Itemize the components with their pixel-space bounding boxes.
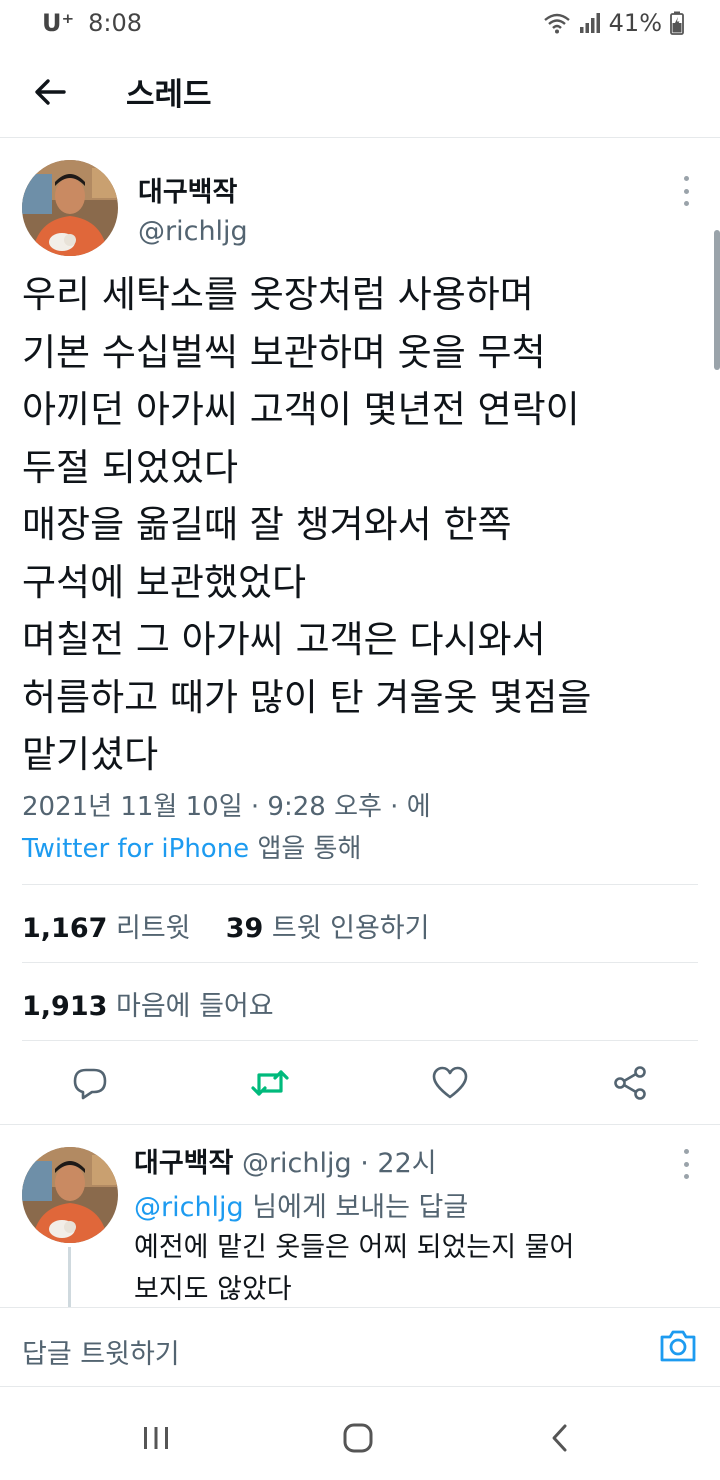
author-name[interactable]: 대구백작 [138, 170, 237, 209]
author-handle[interactable]: @richljg [138, 216, 248, 247]
tweet-actions [0, 1041, 720, 1125]
reply-header: 대구백작 @richljg · 22시 [134, 1141, 437, 1180]
source-suffix: 앱을 통해 [249, 834, 362, 864]
tweet-timestamp[interactable]: 2021년 11월 10일 · 9:28 오후 · 에 [22, 786, 431, 823]
retweet-icon [251, 1070, 289, 1096]
like-label: 마음에 들어요 [107, 991, 274, 1022]
retweet-stats[interactable]: 1,167 리트윗 39 트윗 인용하기 [22, 906, 430, 945]
avatar-photo [22, 160, 118, 256]
quote-count: 39 [225, 913, 264, 944]
author-avatar[interactable] [22, 160, 118, 256]
home-icon [343, 1423, 373, 1453]
thread-line [68, 1247, 71, 1307]
retweet-button[interactable] [248, 1061, 292, 1105]
replying-to: @richljg 님에게 보내는 답글 [134, 1185, 468, 1224]
quote-label: 트윗 인용하기 [263, 913, 430, 944]
like-button[interactable] [428, 1061, 472, 1105]
tweet-text: 우리 세탁소를 옷장처럼 사용하며 기본 수십벌씩 보관하며 옷을 무척 아끼던… [22, 273, 592, 776]
share-button[interactable] [608, 1061, 652, 1105]
system-back-button[interactable] [540, 1418, 580, 1458]
battery-icon [670, 11, 684, 35]
source-app-link[interactable]: Twitter for iPhone [22, 834, 249, 864]
back-button[interactable] [20, 62, 80, 122]
scrollbar[interactable] [714, 230, 720, 370]
reply-mention-link[interactable]: @richljg [134, 1192, 244, 1223]
share-icon [614, 1066, 646, 1100]
reply-to-suffix: 님에게 보내는 답글 [243, 1192, 469, 1223]
reply-button[interactable] [68, 1061, 112, 1105]
reply-author-name[interactable]: 대구백작 [134, 1148, 233, 1179]
arrow-left-icon [35, 78, 66, 105]
divider [22, 962, 698, 963]
tweet-source: Twitter for iPhone 앱을 통해 [22, 828, 361, 865]
recents-button[interactable] [136, 1418, 176, 1458]
like-stats[interactable]: 1,913 마음에 들어요 [22, 984, 274, 1023]
reply-input[interactable]: 답글 트윗하기 [22, 1332, 180, 1371]
divider [22, 884, 698, 885]
status-right: 41% [543, 9, 684, 37]
compose-bar: 답글 트윗하기 [0, 1307, 720, 1387]
reply-author-avatar[interactable] [22, 1147, 118, 1243]
retweet-label: 리트윗 [107, 913, 191, 944]
back-chevron-icon [552, 1424, 567, 1452]
system-nav-bar [0, 1388, 720, 1480]
app-header: 스레드 [0, 46, 720, 138]
signal-icon [579, 13, 600, 33]
reply-tweet[interactable]: 대구백작 @richljg · 22시 @richljg 님에게 보내는 답글 … [0, 1125, 720, 1307]
status-bar: U⁺ 8:08 41% [0, 0, 720, 46]
status-time: 8:08 [88, 9, 143, 37]
status-left: U⁺ 8:08 [42, 9, 142, 37]
recents-icon [144, 1427, 168, 1449]
more-options-icon[interactable] [680, 176, 692, 206]
wifi-icon [543, 13, 570, 34]
battery-percent: 41% [608, 9, 662, 37]
like-count: 1,913 [22, 991, 108, 1022]
avatar-photo [22, 1147, 118, 1243]
heart-icon [432, 1066, 468, 1099]
page-title: 스레드 [126, 77, 212, 113]
reply-handle-time: @richljg · 22시 [233, 1148, 437, 1179]
reply-icon [73, 1068, 107, 1100]
carrier-label: U⁺ [42, 9, 75, 37]
camera-icon [660, 1330, 696, 1362]
reply-text: 예전에 맡긴 옷들은 어찌 되었는지 물어 보지도 않았다 [134, 1232, 575, 1305]
camera-button[interactable] [658, 1326, 698, 1366]
reply-more-options-icon[interactable] [680, 1149, 692, 1179]
home-button[interactable] [338, 1418, 378, 1458]
retweet-count: 1,167 [22, 913, 108, 944]
